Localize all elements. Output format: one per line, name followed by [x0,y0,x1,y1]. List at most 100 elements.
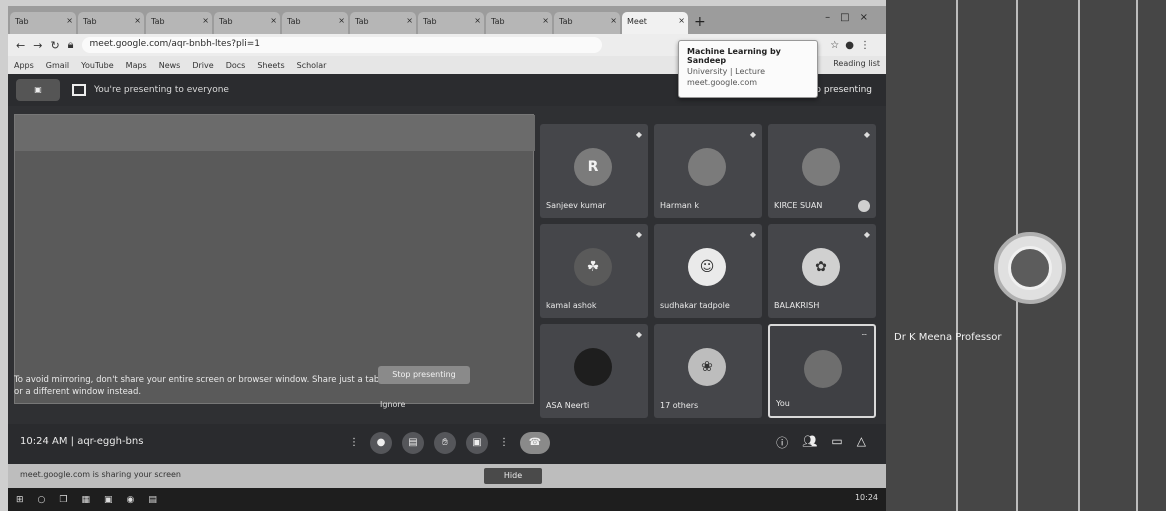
participant-name: Sanjeev kumar [546,201,606,210]
divider [1078,0,1080,511]
close-icon[interactable]: × [66,16,73,25]
participant-tile[interactable]: ◆ ☺︎ sudhakar tadpole [654,224,762,318]
close-icon[interactable]: × [610,16,617,25]
mic-icon[interactable]: ● [370,432,392,454]
bookmark-item[interactable]: Maps [126,61,147,70]
close-icon[interactable]: × [270,16,277,25]
participant-tile[interactable]: ◆ Harman k [654,124,762,218]
app-icon[interactable]: ▤ [148,495,157,505]
close-icon[interactable]: × [338,16,345,25]
forward-icon[interactable]: → [33,39,42,52]
browser-tab[interactable]: Tab × [214,12,280,34]
app-icon[interactable]: ▦ [81,495,90,505]
ignore-button[interactable]: Ignore [380,400,405,409]
app-icon[interactable]: ◉ [127,495,135,505]
presenting-label: You're presenting to everyone [94,85,229,95]
reading-list[interactable]: Reading list [833,59,880,68]
side-controls: ⓘ 👥︎ ▭ △ [762,434,866,451]
browser-window: Tab × Tab × Tab × Tab × Tab × Tab × Tab × Tab × … [8,6,886,511]
participant-tile[interactable]: ◆ KIRCE SUAN [768,124,876,218]
mic-off-icon [858,200,870,212]
institution-logo [994,232,1066,304]
sharing-notification-bar: meet.google.com is sharing your screen H… [8,464,886,488]
participant-tile[interactable]: ◆ ☘︎ kamal ashok [540,224,648,318]
back-icon[interactable]: ← [16,39,25,52]
stop-presenting-button[interactable]: Stop presenting [378,366,470,384]
bookmark-item[interactable]: Docs [226,61,246,70]
browser-tab[interactable]: Tab × [418,12,484,34]
meeting-code: aqr-eggh-bns [77,436,144,447]
participant-tile[interactable]: ◆ ASA Neerti [540,324,648,418]
start-icon[interactable]: ⊞ [16,495,24,505]
clock-time: 10:24 AM [20,436,68,447]
browser-tab[interactable]: Tab × [146,12,212,34]
more-vert-icon[interactable]: ⋮ [498,432,510,454]
reload-icon[interactable]: ↻ [50,39,59,52]
close-icon[interactable]: × [474,16,481,25]
activities-icon[interactable]: △ [857,434,866,451]
browser-tab[interactable]: Tab × [554,12,620,34]
window-controls[interactable]: –□× [825,12,878,23]
browser-tab[interactable]: Tab × [486,12,552,34]
present-screen-icon [72,84,86,96]
browser-tab[interactable]: Tab × [350,12,416,34]
browser-tab[interactable]: Tab × [78,12,144,34]
url-input[interactable]: meet.google.com/aqr-bnbh-ltes?pli=1 [81,37,602,53]
browser-tab[interactable]: Tab × [282,12,348,34]
avatar: ☺︎ [688,248,726,286]
meet-controls-bar: 10:24 AM | aqr-eggh-bns ⋮ ● ▤ ✋︎ ▣ ⋮ ☎︎ … [8,424,886,464]
chat-icon[interactable]: ▭ [831,434,842,451]
present-icon[interactable]: ▣ [466,432,488,454]
close-icon[interactable]: × [678,16,685,25]
bookmark-item[interactable]: News [159,61,181,70]
pin-icon[interactable]: ◆ [636,330,642,339]
pin-icon[interactable]: ◆ [636,230,642,239]
tab-title: Tab [15,17,29,26]
extensions-icon[interactable]: ☆●⋮ [830,40,876,51]
pin-icon[interactable]: ◆ [864,230,870,239]
tab-title: Tab [491,17,505,26]
pin-icon[interactable]: ◆ [636,130,642,139]
participant-name: sudhakar tadpole [660,301,730,310]
pin-icon[interactable]: ◆ [864,130,870,139]
bookmark-item[interactable]: Gmail [46,61,69,70]
app-icon[interactable]: ▣ [104,495,113,505]
close-icon[interactable]: × [542,16,549,25]
close-icon[interactable]: × [406,16,413,25]
participant-name: Harman k [660,201,700,210]
bookmark-item[interactable]: Sheets [257,61,284,70]
taskbar: ⊞ ○ ❒ ▦ ▣ ◉ ▤ 10:24 [8,488,886,511]
bookmark-item[interactable]: Apps [14,61,34,70]
search-icon[interactable]: ○ [38,495,46,505]
participant-tile[interactable]: ◆ R Sanjeev kumar [540,124,648,218]
end-call-icon[interactable]: ☎︎ [520,432,550,454]
people-icon[interactable]: 👥︎ [802,434,817,451]
camera-icon[interactable]: ▤ [402,432,424,454]
self-tile[interactable]: ⌔ You [768,324,876,418]
pin-icon[interactable]: ◆ [750,130,756,139]
info-icon[interactable]: ⓘ [776,434,788,451]
tab-title: Tab [423,17,437,26]
others-avatar: ❀ [688,348,726,386]
participant-tile[interactable]: ◆ ✿ BALAKRISH [768,224,876,318]
raise-hand-icon[interactable]: ✋︎ [434,432,456,454]
taskbar-clock: 10:24 [854,493,878,502]
meet-area: ▣ You're presenting to everyone Stop pre… [8,74,886,464]
participant-name: 17 others [660,401,699,410]
browser-tab[interactable]: Tab × [10,12,76,34]
tab-title: Tab [151,17,165,26]
participant-name: ASA Neerti [546,401,590,410]
bookmark-item[interactable]: YouTube [81,61,114,70]
new-tab-icon[interactable]: + [694,14,706,30]
close-icon[interactable]: × [134,16,141,25]
hide-button[interactable]: Hide [484,468,542,484]
participant-tile[interactable]: ❀ 17 others [654,324,762,418]
more-options-icon[interactable]: ⋮ [348,432,360,454]
close-icon[interactable]: × [202,16,209,25]
taskview-icon[interactable]: ❒ [59,495,67,505]
shared-screen-preview [14,114,535,404]
browser-tab-active[interactable]: Meet × [622,12,688,34]
pin-icon[interactable]: ◆ [750,230,756,239]
bookmark-item[interactable]: Scholar [297,61,327,70]
bookmark-item[interactable]: Drive [192,61,213,70]
